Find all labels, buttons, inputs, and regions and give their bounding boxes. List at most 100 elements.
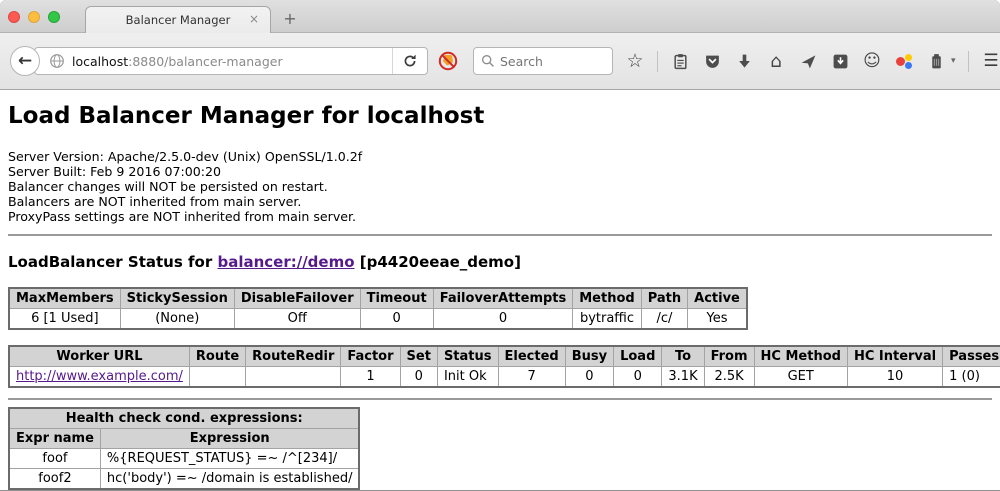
search-icon [481, 54, 495, 68]
url-path: :8880/balancer-manager [128, 54, 282, 69]
table-header-cell: FailoverAttempts [433, 288, 573, 309]
inherit-notice-line: Balancers are NOT inherited from main se… [8, 194, 992, 209]
table-row: http://www.example.com/ 1 0 Init Ok 7 0 … [9, 367, 1000, 388]
health-table-title: Health check cond. expressions: [9, 408, 359, 429]
table-header-row: Worker URL Route RouteRedir Factor Set S… [9, 346, 1000, 367]
proxypass-notice-line: ProxyPass settings are NOT inherited fro… [8, 209, 992, 224]
balancer-settings-table: MaxMembers StickySession DisableFailover… [8, 287, 748, 330]
back-button[interactable]: ← [10, 46, 40, 76]
table-header-cell: Route [189, 346, 245, 367]
table-cell: 0 [433, 309, 573, 330]
page-title: Load Balancer Manager for localhost [8, 90, 992, 129]
table-cell: (None) [120, 309, 234, 330]
divider [8, 398, 992, 400]
table-cell: 0 [565, 367, 613, 388]
table-title-row: Health check cond. expressions: [9, 408, 359, 429]
server-info: Server Version: Apache/2.5.0-dev (Unix) … [8, 149, 992, 224]
table-cell: 2.5K [704, 367, 754, 388]
clipboard-icon[interactable] [670, 51, 690, 71]
send-plane-icon[interactable] [798, 51, 818, 71]
table-row: 6 [1 Used] (None) Off 0 0 bytraffic /c/ … [9, 309, 747, 330]
worker-status-cell: Init Ok [437, 367, 498, 388]
table-header-cell: Load [614, 346, 662, 367]
url-bar[interactable]: localhost:8880/balancer-manager [34, 47, 428, 75]
table-cell: Yes [688, 309, 747, 330]
tab-balancer-manager[interactable]: Balancer Manager × [85, 6, 271, 33]
table-header-cell: Expr name [9, 429, 100, 449]
heading-suffix: [p4420eeae_demo] [355, 253, 521, 271]
table-cell: 0 [360, 309, 433, 330]
tab-close-icon[interactable]: × [247, 12, 261, 26]
search-bar[interactable] [473, 47, 613, 75]
container-icon[interactable] [926, 51, 946, 71]
download-box-icon[interactable] [830, 51, 850, 71]
table-header-cell: HC Method [754, 346, 847, 367]
url-domain: localhost [72, 54, 128, 69]
table-cell [189, 367, 245, 388]
tab-title: Balancer Manager [126, 13, 231, 27]
table-cell: 0 [400, 367, 437, 388]
table-header-cell: Timeout [360, 288, 433, 309]
table-cell: 3.1K [662, 367, 704, 388]
table-cell: GET [754, 367, 847, 388]
divider [8, 234, 992, 236]
table-cell: 6 [1 Used] [9, 309, 120, 330]
expr-name-cell: foof2 [9, 469, 100, 490]
expr-name-cell: foof [9, 449, 100, 469]
table-header-cell: DisableFailover [234, 288, 360, 309]
table-cell: 7 [498, 367, 565, 388]
table-header-cell: Path [641, 288, 687, 309]
table-cell: bytraffic [573, 309, 641, 330]
table-cell: 0 [614, 367, 662, 388]
home-icon[interactable]: ⌂ [766, 51, 786, 71]
pocket-icon[interactable] [702, 51, 722, 71]
url-text[interactable]: localhost:8880/balancer-manager [72, 54, 392, 69]
toolbar-separator [657, 51, 658, 72]
table-cell: 1 [341, 367, 400, 388]
table-header-cell: Status [437, 346, 498, 367]
expression-cell: %{REQUEST_STATUS} =~ /^[234]/ [100, 449, 359, 469]
bookmark-star-icon[interactable]: ☆ [625, 51, 645, 71]
table-header-cell: Set [400, 346, 437, 367]
smiley-icon[interactable]: ☺ [862, 51, 882, 71]
health-check-table: Health check cond. expressions: Expr nam… [8, 407, 360, 490]
new-tab-button[interactable]: + [280, 9, 300, 29]
table-header-cell: Busy [565, 346, 613, 367]
colored-dots-extension-icon[interactable] [894, 51, 914, 71]
zoom-window-button[interactable] [48, 11, 60, 23]
table-header-row: MaxMembers StickySession DisableFailover… [9, 288, 747, 309]
persist-notice-line: Balancer changes will NOT be persisted o… [8, 179, 992, 194]
server-version-line: Server Version: Apache/2.5.0-dev (Unix) … [8, 149, 992, 164]
hamburger-menu-icon[interactable]: ☰ [981, 51, 1000, 71]
server-built-line: Server Built: Feb 9 2016 07:00:20 [8, 164, 992, 179]
table-cell: Off [234, 309, 360, 330]
toolbar-buttons: ☆ ⌂ [625, 51, 1000, 72]
table-header-cell: Expression [100, 429, 359, 449]
heading-prefix: LoadBalancer Status for [8, 253, 217, 271]
worker-status-table: Worker URL Route RouteRedir Factor Set S… [8, 345, 1000, 388]
table-header-cell: StickySession [120, 288, 234, 309]
titlebar: Balancer Manager × + [0, 0, 1000, 33]
page-content: Load Balancer Manager for localhost Serv… [0, 90, 1000, 490]
table-header-row: Expr name Expression [9, 429, 359, 449]
chevron-down-icon[interactable]: ▾ [951, 56, 956, 66]
download-arrow-icon[interactable] [734, 51, 754, 71]
table-header-cell: Elected [498, 346, 565, 367]
content-blocker-icon[interactable] [437, 50, 459, 72]
balancer-demo-link[interactable]: balancer://demo [217, 253, 354, 271]
table-header-cell: RouteRedir [246, 346, 341, 367]
table-header-cell: Active [688, 288, 747, 309]
table-header-cell: MaxMembers [9, 288, 120, 309]
reload-button[interactable] [393, 47, 427, 75]
window-controls [8, 11, 60, 23]
table-row: foof2 hc('body') =~ /domain is establish… [9, 469, 359, 490]
table-cell: 1 (0) [943, 367, 1000, 388]
close-window-button[interactable] [8, 11, 20, 23]
table-header-cell: HC Interval [847, 346, 942, 367]
table-header-cell: Factor [341, 346, 400, 367]
table-header-cell: Method [573, 288, 641, 309]
search-input[interactable] [500, 54, 605, 69]
minimize-window-button[interactable] [28, 11, 40, 23]
worker-url-link[interactable]: http://www.example.com/ [16, 369, 183, 384]
site-identity-globe-icon[interactable] [49, 53, 65, 69]
